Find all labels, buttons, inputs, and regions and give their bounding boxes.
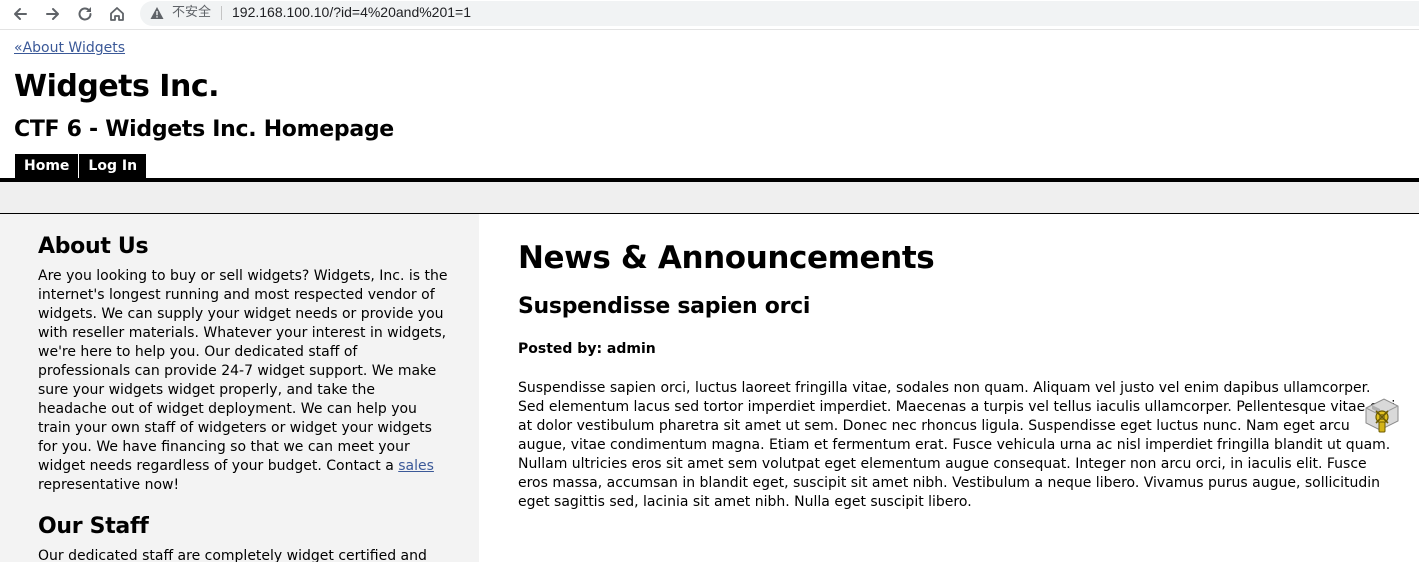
address-bar-divider (221, 6, 222, 20)
our-staff-heading: Our Staff (38, 514, 149, 539)
url-text[interactable]: 192.168.100.10/?id=4%20and%201=1 (232, 4, 471, 21)
widget-tool-icon[interactable] (1356, 394, 1402, 436)
warning-triangle-icon[interactable] (150, 5, 164, 19)
sidebar: About Us Are you looking to buy or sell … (0, 214, 479, 562)
nav-home-link[interactable]: Home (15, 154, 80, 178)
about-widgets-link[interactable]: «About Widgets (14, 39, 125, 57)
nav-login-link[interactable]: Log In (79, 154, 147, 178)
back-arrow-icon[interactable] (8, 2, 32, 26)
sales-link[interactable]: sales (398, 458, 434, 474)
home-icon[interactable] (105, 2, 129, 26)
about-us-text-part: Are you looking to buy or sell widgets? … (38, 268, 448, 474)
reload-icon[interactable] (73, 2, 97, 26)
post-title: Suspendisse sapien orci (518, 294, 811, 319)
about-us-heading: About Us (38, 234, 149, 259)
our-staff-text: Our dedicated staff are completely widge… (38, 548, 427, 562)
site-title: Widgets Inc. (14, 69, 220, 104)
forward-arrow-icon[interactable] (41, 2, 65, 26)
header-band (0, 182, 1419, 213)
site-subtitle: CTF 6 - Widgets Inc. Homepage (14, 117, 394, 142)
main-content: News & Announcements Suspendisse sapien … (518, 214, 1398, 512)
about-us-text-tail: representative now! (38, 477, 180, 493)
post-body: Suspendisse sapien orci, luctus laoreet … (518, 380, 1396, 510)
browser-toolbar: 不安全 192.168.100.10/?id=4%20and%201=1 (0, 0, 1419, 30)
main-nav: Home Log In (15, 154, 147, 178)
news-heading: News & Announcements (518, 240, 935, 276)
about-us-text: Are you looking to buy or sell widgets? … (38, 267, 448, 495)
post-byline: Posted by: admin (518, 341, 656, 357)
security-status-label[interactable]: 不安全 (172, 4, 211, 21)
